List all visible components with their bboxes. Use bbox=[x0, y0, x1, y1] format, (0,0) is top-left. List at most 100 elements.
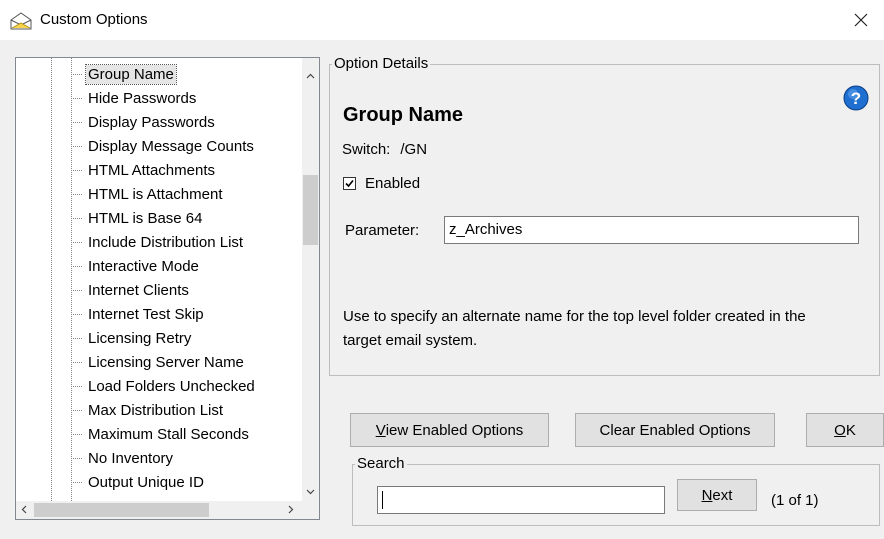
chevron-right-icon bbox=[288, 505, 294, 514]
tree-connector bbox=[71, 169, 83, 171]
tree-connector bbox=[71, 241, 83, 243]
tree-item[interactable]: Internet Test Skip bbox=[71, 303, 206, 325]
switch-row: Switch: /GN bbox=[342, 141, 427, 158]
tree-item-label: Include Distribution List bbox=[88, 233, 244, 251]
tree-connector bbox=[71, 337, 83, 339]
tree-item[interactable]: Internet Clients bbox=[71, 279, 191, 301]
tree-connector bbox=[71, 97, 83, 99]
search-result-count: (1 of 1) bbox=[771, 492, 819, 509]
next-label: ext bbox=[712, 486, 733, 504]
app-envelope-icon bbox=[10, 12, 32, 30]
horizontal-scroll-thumb[interactable] bbox=[34, 503, 209, 517]
scrollbar-corner bbox=[302, 501, 319, 519]
tree-connector bbox=[71, 457, 83, 459]
tree-item[interactable]: No Inventory bbox=[71, 447, 175, 469]
checkmark-icon bbox=[345, 179, 354, 188]
switch-value: /GN bbox=[400, 141, 428, 158]
tree-item-label: Output Unique ID bbox=[88, 473, 204, 491]
ok-label: K bbox=[845, 421, 856, 439]
tree-item-label: HTML Attachments bbox=[88, 161, 215, 179]
view-enabled-mnemonic: V bbox=[375, 421, 386, 439]
tree-connector bbox=[71, 409, 83, 411]
tree-item[interactable]: HTML Attachments bbox=[71, 159, 217, 181]
tree-connector bbox=[71, 289, 83, 291]
chevron-up-icon bbox=[306, 73, 315, 79]
tree-item[interactable]: HTML is Base 64 bbox=[71, 207, 205, 229]
text-caret bbox=[382, 491, 383, 509]
scroll-up-button[interactable] bbox=[302, 68, 319, 85]
tree-item[interactable]: Group Name bbox=[71, 63, 177, 85]
enabled-label: Enabled bbox=[365, 175, 421, 192]
close-button[interactable] bbox=[838, 0, 884, 40]
next-mnemonic: N bbox=[701, 486, 713, 504]
tree-connector bbox=[71, 481, 83, 483]
scroll-left-button[interactable] bbox=[16, 501, 33, 518]
view-enabled-options-button[interactable]: View Enabled Options bbox=[350, 413, 549, 447]
tree-item[interactable]: Interactive Mode bbox=[71, 255, 201, 277]
tree-item[interactable]: HTML is Attachment bbox=[71, 183, 225, 205]
ok-mnemonic: O bbox=[834, 421, 846, 439]
tree-item[interactable]: Output Unique ID bbox=[71, 471, 206, 493]
tree-item-label: Internet Clients bbox=[88, 281, 189, 299]
tree-item[interactable]: Display Passwords bbox=[71, 111, 217, 133]
options-tree[interactable]: Group Name Hide Passwords Display Password… bbox=[15, 57, 320, 520]
clear-enabled-options-button[interactable]: Clear Enabled Options bbox=[575, 413, 775, 447]
tree-item[interactable]: Load Folders Unchecked bbox=[71, 375, 257, 397]
tree-connector bbox=[71, 193, 83, 195]
tree-item[interactable]: Licensing Server Name bbox=[71, 351, 246, 373]
tree-item[interactable]: Display Message Counts bbox=[71, 135, 256, 157]
option-details-group: Option Details ? Group Name Switch: /GN E… bbox=[329, 55, 880, 376]
tree-connector bbox=[71, 433, 83, 435]
window-title: Custom Options bbox=[40, 11, 148, 28]
tree-item-label: Internet Test Skip bbox=[88, 305, 204, 323]
horizontal-scrollbar[interactable] bbox=[16, 501, 302, 519]
title-bar: Custom Options bbox=[0, 0, 884, 40]
close-icon bbox=[854, 13, 868, 27]
chevron-left-icon bbox=[21, 505, 27, 514]
scroll-right-button[interactable] bbox=[282, 501, 299, 518]
tree-item-label: No Inventory bbox=[88, 449, 174, 467]
option-details-legend: Option Details bbox=[332, 55, 431, 72]
svg-text:?: ? bbox=[851, 89, 861, 108]
tree-guide-line bbox=[51, 58, 52, 501]
tree-connector bbox=[71, 385, 83, 387]
enabled-checkbox[interactable] bbox=[343, 177, 356, 190]
next-button[interactable]: Next bbox=[677, 479, 757, 511]
options-tree-body: Group Name Hide Passwords Display Password… bbox=[16, 58, 302, 501]
vertical-scrollbar[interactable] bbox=[302, 58, 319, 501]
tree-item[interactable]: Max Distribution List bbox=[71, 399, 225, 421]
tree-item-label: Licensing Retry bbox=[88, 329, 192, 347]
search-input[interactable] bbox=[377, 486, 665, 514]
tree-item-label: Licensing Server Name bbox=[88, 353, 244, 371]
tree-item-label: Interactive Mode bbox=[88, 257, 199, 275]
tree-item-label: Hide Passwords bbox=[88, 89, 197, 107]
tree-connector bbox=[71, 145, 83, 147]
clear-enabled-label: Clear Enabled Options bbox=[599, 421, 751, 439]
tree-connector bbox=[71, 121, 83, 123]
parameter-label: Parameter: bbox=[345, 222, 420, 239]
option-description: Use to specify an alternate name for the… bbox=[343, 308, 806, 349]
switch-label: Switch: bbox=[342, 141, 391, 158]
enabled-checkbox-row[interactable]: Enabled bbox=[343, 175, 420, 192]
tree-item-label: Load Folders Unchecked bbox=[88, 377, 255, 395]
tree-item-label: HTML is Attachment bbox=[88, 185, 223, 203]
tree-connector bbox=[71, 73, 83, 75]
help-icon[interactable]: ? bbox=[843, 85, 869, 111]
option-title: Group Name bbox=[343, 104, 464, 126]
search-group: Search Next (1 of 1) bbox=[352, 455, 880, 526]
tree-item[interactable]: Hide Passwords bbox=[71, 87, 198, 109]
tree-item-label: Group Name bbox=[85, 63, 177, 85]
tree-connector bbox=[71, 361, 83, 363]
tree-item-label: HTML is Base 64 bbox=[88, 209, 203, 227]
tree-item-label: Display Message Counts bbox=[88, 137, 254, 155]
search-legend: Search bbox=[355, 455, 407, 472]
tree-item-label: Display Passwords bbox=[88, 113, 215, 131]
scroll-down-button[interactable] bbox=[302, 483, 319, 500]
tree-item-label: Max Distribution List bbox=[88, 401, 224, 419]
tree-item[interactable]: Licensing Retry bbox=[71, 327, 193, 349]
ok-button[interactable]: OK bbox=[806, 413, 884, 447]
tree-item[interactable]: Maximum Stall Seconds bbox=[71, 423, 251, 445]
tree-item[interactable]: Include Distribution List bbox=[71, 231, 245, 253]
parameter-input[interactable]: z_Archives bbox=[444, 216, 859, 244]
vertical-scroll-thumb[interactable] bbox=[303, 175, 318, 245]
